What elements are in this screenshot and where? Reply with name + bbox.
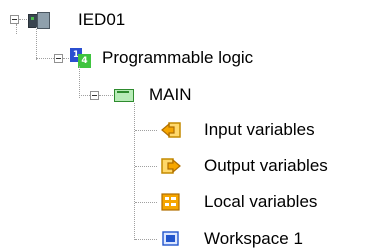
tree-connector (16, 24, 17, 34)
tree-connector (135, 130, 157, 131)
tree-node-label: Local variables (204, 192, 318, 211)
local-variables-icon (160, 193, 182, 211)
tree-node-label: Programmable logic (102, 48, 254, 67)
tree-connector (36, 27, 37, 60)
tree-node-label: MAIN (149, 85, 192, 104)
tree-connector (63, 58, 69, 59)
tree-connector (36, 58, 54, 59)
project-tree: IED01 1 4 Programmable logic MAIN Input … (0, 0, 368, 250)
output-variables-icon (160, 157, 182, 175)
programmable-logic-icon: 1 4 (70, 48, 92, 68)
tree-connector (79, 66, 80, 98)
workspace-icon (160, 230, 182, 248)
tree-node-ied01[interactable]: IED01 (28, 8, 125, 32)
tree-connector (134, 103, 135, 240)
tree-node-programmable-logic[interactable]: 1 4 Programmable logic (70, 46, 253, 70)
main-expander[interactable] (90, 91, 99, 100)
main-program-icon (114, 88, 134, 102)
tree-node-label: Input variables (204, 120, 315, 139)
tree-node-label: IED01 (78, 10, 126, 29)
tree-node-workspace-1[interactable]: Workspace 1 (160, 227, 303, 250)
root-expander[interactable] (10, 15, 19, 24)
tree-node-output-variables[interactable]: Output variables (160, 154, 328, 178)
ied-device-icon (28, 11, 50, 29)
tree-connector (135, 239, 157, 240)
tree-node-label: Output variables (204, 156, 328, 175)
tree-connector (79, 95, 90, 96)
tree-node-label: Workspace 1 (204, 229, 303, 248)
logic-expander[interactable] (54, 54, 63, 63)
tree-connector (19, 19, 27, 20)
tree-node-local-variables[interactable]: Local variables (160, 190, 317, 214)
tree-connector (99, 95, 113, 96)
input-variables-icon (160, 121, 182, 139)
tree-node-input-variables[interactable]: Input variables (160, 118, 315, 142)
tree-connector (135, 202, 157, 203)
tree-node-main[interactable]: MAIN (114, 83, 192, 107)
tree-connector (135, 166, 157, 167)
